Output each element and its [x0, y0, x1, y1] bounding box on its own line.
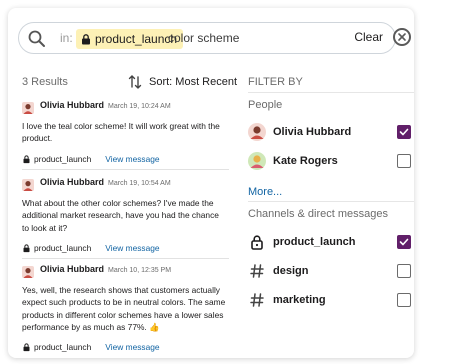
channels-section-title: Channels & direct messages	[248, 208, 389, 220]
checkbox[interactable]	[397, 125, 411, 139]
result-author: Olivia Hubbard March 10, 12:35 PM	[40, 264, 171, 274]
result-message: I love the teal color scheme! It will wo…	[22, 121, 220, 144]
lock-icon	[82, 34, 90, 45]
result-item[interactable]: Olivia Hubbard March 10, 12:35 PM Yes, we…	[22, 264, 229, 356]
filter-person-label: Olivia Hubbard	[273, 126, 352, 138]
result-message: What about the other color schemes? I've…	[22, 198, 219, 233]
search-panel: in: product_launch color scheme Clear 3 …	[8, 8, 414, 358]
lock-icon	[23, 155, 30, 164]
avatar	[22, 266, 34, 278]
channel-chip-label: product_launch	[95, 32, 178, 46]
checkbox[interactable]	[397, 154, 411, 168]
avatar	[248, 123, 266, 141]
filter-channel-design[interactable]: design	[248, 260, 414, 284]
checkbox[interactable]	[397, 264, 411, 278]
hash-icon	[250, 264, 264, 278]
avatar	[22, 179, 34, 191]
result-meta: product_launch View message	[22, 342, 160, 352]
filter-channel-product-launch[interactable]: product_launch	[248, 231, 414, 255]
people-section-title: People	[248, 99, 283, 111]
filter-channel-label: design	[273, 265, 309, 277]
checkmark-icon	[399, 238, 409, 246]
close-search-button[interactable]	[393, 28, 411, 46]
filter-channel-marketing[interactable]: marketing	[248, 289, 414, 313]
result-channel[interactable]: product_launch	[34, 342, 91, 352]
search-query-text[interactable]: color scheme	[168, 31, 239, 45]
result-channel[interactable]: product_launch	[34, 154, 91, 164]
checkbox[interactable]	[397, 235, 411, 249]
result-author: Olivia Hubbard March 19, 10:54 AM	[40, 177, 171, 187]
result-channel[interactable]: product_launch	[34, 243, 91, 253]
more-people-link[interactable]: More...	[248, 186, 282, 198]
result-item[interactable]: Olivia Hubbard March 19, 10:54 AM What ab…	[22, 177, 229, 259]
checkmark-icon	[399, 128, 409, 136]
sort-icon[interactable]	[128, 74, 142, 90]
result-timestamp: March 19, 10:24 AM	[108, 103, 171, 110]
results-count: 3 Results	[22, 76, 68, 88]
filter-channel-label: marketing	[273, 294, 326, 306]
result-meta: product_launch View message	[22, 243, 160, 253]
divider	[248, 92, 414, 93]
result-meta: product_launch View message	[22, 154, 160, 164]
checkbox[interactable]	[397, 293, 411, 307]
divider	[248, 201, 414, 202]
result-message: Yes, well, the research shows that custo…	[22, 285, 226, 333]
avatar	[22, 102, 34, 114]
filter-person-kate[interactable]: Kate Rogers	[248, 150, 414, 174]
sort-button[interactable]: Sort: Most Recent	[149, 76, 237, 88]
view-message-link[interactable]: View message	[105, 154, 159, 164]
author-name[interactable]: Olivia Hubbard	[40, 264, 104, 274]
clear-button[interactable]: Clear	[354, 30, 383, 44]
search-bar[interactable]: in: product_launch color scheme Clear	[18, 22, 396, 54]
filter-channel-label: product_launch	[273, 236, 356, 248]
result-timestamp: March 10, 12:35 PM	[108, 267, 172, 274]
close-icon	[398, 33, 406, 41]
lock-icon	[251, 235, 263, 250]
lock-icon	[23, 343, 30, 352]
search-icon[interactable]	[27, 29, 47, 49]
filter-person-olivia[interactable]: Olivia Hubbard	[248, 121, 414, 145]
avatar	[248, 152, 266, 170]
hash-icon	[250, 293, 264, 307]
lock-icon	[23, 244, 30, 253]
search-scope-label: in:	[60, 31, 73, 45]
author-name[interactable]: Olivia Hubbard	[40, 177, 104, 187]
author-name[interactable]: Olivia Hubbard	[40, 100, 104, 110]
view-message-link[interactable]: View message	[105, 342, 159, 352]
view-message-link[interactable]: View message	[105, 243, 159, 253]
result-author: Olivia Hubbard March 19, 10:24 AM	[40, 100, 171, 110]
channel-filter-chip[interactable]: product_launch	[76, 29, 184, 49]
result-item[interactable]: Olivia Hubbard March 19, 10:24 AM I love …	[22, 100, 229, 170]
filter-by-title: FILTER BY	[248, 76, 303, 88]
filter-person-label: Kate Rogers	[273, 155, 338, 167]
result-timestamp: March 19, 10:54 AM	[108, 180, 171, 187]
